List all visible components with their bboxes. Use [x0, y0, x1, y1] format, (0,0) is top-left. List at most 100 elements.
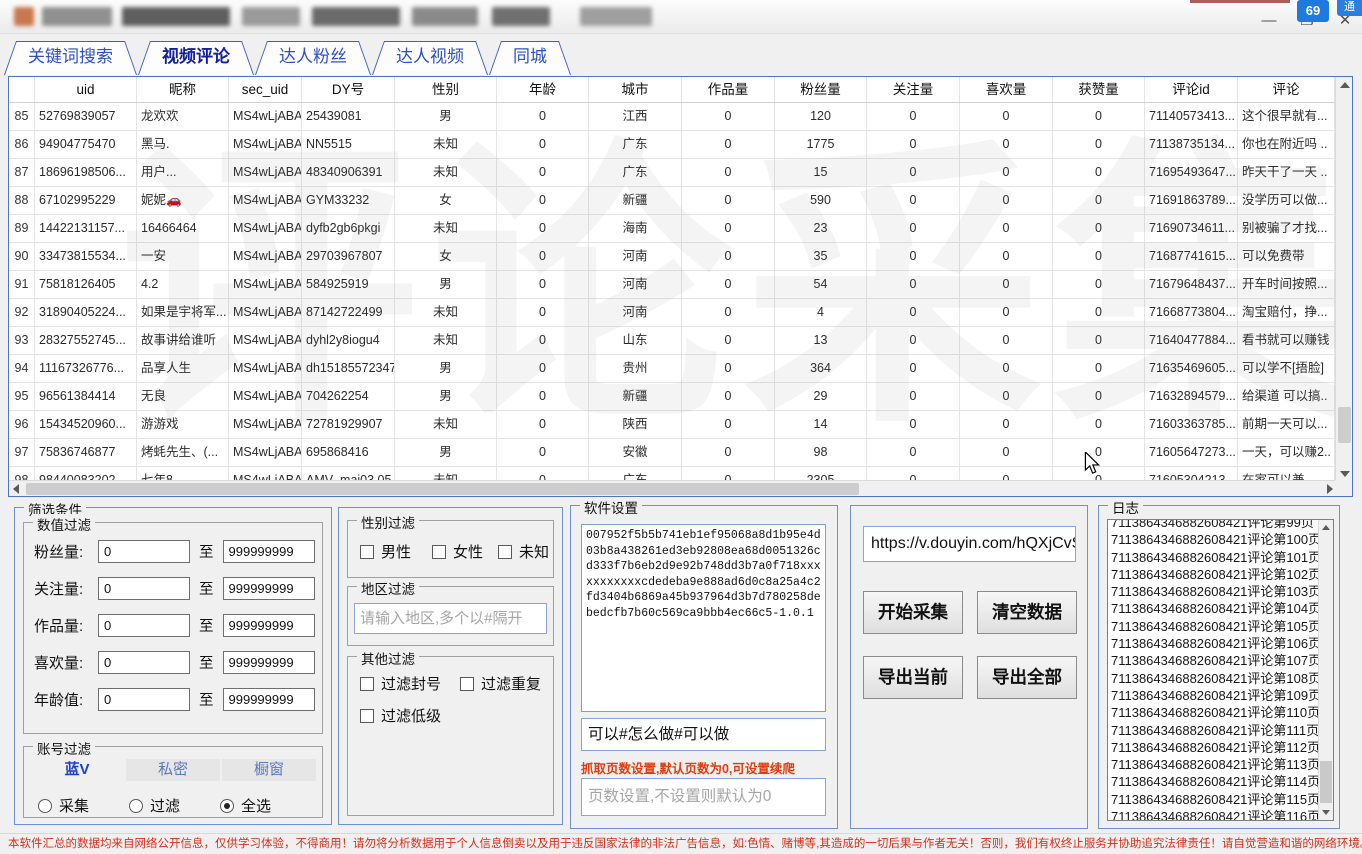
checkbox-lowlevel-icon[interactable] — [360, 709, 374, 723]
vertical-scroll-thumb[interactable] — [1338, 407, 1351, 443]
log-scroll-up-icon[interactable] — [1322, 525, 1330, 530]
minimize-button[interactable]: — — [1258, 12, 1280, 32]
column-header-sec_uid[interactable]: sec_uid — [229, 77, 302, 102]
radio-filter-icon[interactable] — [129, 799, 143, 813]
log-entry[interactable]: 7113864346882608421评论第103页 — [1111, 583, 1333, 600]
checkbox-banned[interactable]: 过滤封号 — [360, 673, 441, 694]
column-header-作品量[interactable]: 作品量 — [682, 77, 775, 102]
log-entry[interactable]: 7113864346882608421评论第105页 — [1111, 618, 1333, 635]
log-entry[interactable]: 7113864346882608421评论第114页 — [1111, 773, 1333, 790]
tab-showcase[interactable]: 橱窗 — [222, 759, 316, 781]
radio-select-all-icon[interactable] — [220, 799, 234, 813]
column-header-uid[interactable]: uid — [35, 77, 137, 102]
min-value-input[interactable]: 0 — [98, 614, 190, 637]
table-row[interactable]: 9231890405224...如果是宇将军...MS4wLjABAA...87… — [9, 299, 1335, 327]
min-value-input[interactable]: 0 — [98, 540, 190, 563]
tab-视频评论[interactable]: 视频评论 — [138, 41, 254, 75]
tab-private[interactable]: 私密 — [126, 759, 220, 781]
region-input[interactable]: 请输入地区,多个以#隔开 — [354, 603, 547, 634]
min-value-input[interactable]: 0 — [98, 577, 190, 600]
max-value-input[interactable]: 999999999 — [223, 577, 315, 600]
radio-filter[interactable]: 过滤 — [129, 795, 180, 816]
column-header-城市[interactable]: 城市 — [589, 77, 682, 102]
token-textarea[interactable]: 007952f5b5b741eb1ef95068a8d1b95e4d03b8a4… — [581, 524, 826, 712]
radio-select-all[interactable]: 全选 — [220, 795, 271, 816]
tab-达人视频[interactable]: 达人视频 — [372, 41, 488, 75]
log-entry[interactable]: 7113864346882608421评论第101页 — [1111, 549, 1333, 566]
log-entry[interactable]: 7113864346882608421评论第112页 — [1111, 739, 1333, 756]
export-all-button[interactable]: 导出全部 — [977, 656, 1077, 699]
log-entry[interactable]: 7113864346882608421评论第100页 — [1111, 531, 1333, 548]
max-value-input[interactable]: 999999999 — [223, 540, 315, 563]
table-row[interactable]: 9775836746877烤蚝先生、(...MS4wLjABAA...69586… — [9, 439, 1335, 467]
url-input[interactable]: https://v.douyin.com/hQXjCvS/ — [863, 526, 1076, 562]
checkbox-lowlevel[interactable]: 过滤低级 — [360, 705, 441, 726]
checkbox-unknown[interactable]: 未知 — [498, 541, 549, 562]
log-entry[interactable]: 7113864346882608421评论第106页 — [1111, 635, 1333, 652]
start-collect-button[interactable]: 开始采集 — [863, 591, 963, 634]
clear-data-button[interactable]: 清空数据 — [977, 591, 1077, 634]
table-row[interactable]: 9033473815534...一安MS4wLjABAA...297039678… — [9, 243, 1335, 271]
min-value-input[interactable]: 0 — [98, 651, 190, 674]
column-header-性别[interactable]: 性别 — [395, 77, 497, 102]
column-header-关注量[interactable]: 关注量 — [867, 77, 960, 102]
checkbox-female-icon[interactable] — [432, 545, 446, 559]
column-header-喜欢量[interactable]: 喜欢量 — [960, 77, 1053, 102]
min-value-input[interactable]: 0 — [98, 688, 190, 711]
scroll-down-icon[interactable] — [1340, 471, 1350, 477]
log-entry[interactable]: 7113864346882608421评论第102页 — [1111, 566, 1333, 583]
tab-达人粉丝[interactable]: 达人粉丝 — [255, 41, 371, 75]
column-header-评论id[interactable]: 评论id — [1145, 77, 1238, 102]
table-row[interactable]: 8552769839057龙欢欢MS4wLjABAA...25439081男0江… — [9, 103, 1335, 131]
max-value-input[interactable]: 999999999 — [223, 614, 315, 637]
table-horizontal-scrollbar[interactable] — [9, 480, 1337, 496]
table-vertical-scrollbar[interactable] — [1335, 77, 1352, 482]
column-header-年龄[interactable]: 年龄 — [497, 77, 589, 102]
horizontal-scroll-thumb[interactable] — [26, 483, 859, 495]
log-scrollbar[interactable] — [1318, 520, 1333, 820]
checkbox-duplicate[interactable]: 过滤重复 — [460, 673, 541, 694]
tab-关键词搜索[interactable]: 关键词搜索 — [4, 41, 137, 75]
log-scroll-thumb[interactable] — [1320, 761, 1332, 803]
scroll-up-icon[interactable] — [1340, 82, 1350, 88]
table-row[interactable]: 8718696198506...用户...MS4wLjABAA...483409… — [9, 159, 1335, 187]
log-entry[interactable]: 7113864346882608421评论第113页 — [1111, 756, 1333, 773]
log-entry[interactable]: 7113864346882608421评论第104页 — [1111, 600, 1333, 617]
log-entry[interactable]: 7113864346882608421评论第116页 — [1111, 808, 1333, 821]
table-row[interactable]: 91758181264054.2MS4wLjABAA...584925919男0… — [9, 271, 1335, 299]
table-row[interactable]: 9615434520960...游游戏MS4wLjABAA...72781929… — [9, 411, 1335, 439]
checkbox-banned-icon[interactable] — [360, 677, 374, 691]
checkbox-male-icon[interactable] — [360, 545, 374, 559]
export-current-button[interactable]: 导出当前 — [863, 656, 963, 699]
table-row[interactable]: 9411167326776...品享人生MS4wLjABAA...dh15185… — [9, 355, 1335, 383]
table-row[interactable]: 8867102995229妮妮🚗MS4wLjABAA...GYM33232女0新… — [9, 187, 1335, 215]
checkbox-female[interactable]: 女性 — [432, 541, 483, 562]
column-header-获赞量[interactable]: 获赞量 — [1053, 77, 1145, 102]
column-header-评论[interactable]: 评论 — [1238, 77, 1335, 102]
column-header-DY号[interactable]: DY号 — [302, 77, 395, 102]
log-entry[interactable]: 7113864346882608421评论第107页 — [1111, 652, 1333, 669]
scroll-left-icon[interactable] — [13, 484, 19, 494]
radio-collect-icon[interactable] — [38, 799, 52, 813]
radio-collect[interactable]: 采集 — [38, 795, 89, 816]
keyword-input[interactable]: 可以#怎么做#可以做 — [581, 718, 826, 751]
checkbox-duplicate-icon[interactable] — [460, 677, 474, 691]
checkbox-male[interactable]: 男性 — [360, 541, 411, 562]
log-listbox[interactable]: 7113864346882608421评论第99页711386434688260… — [1107, 519, 1334, 821]
pages-input[interactable]: 页数设置,不设置则默认为0 — [581, 778, 826, 816]
log-entry[interactable]: 7113864346882608421评论第99页 — [1111, 519, 1333, 531]
notification-badge[interactable]: 69 — [1297, 0, 1329, 22]
table-row[interactable]: 9328327552745...故事讲给谁听MS4wLjABAA...dyhl2… — [9, 327, 1335, 355]
column-header-粉丝量[interactable]: 粉丝量 — [775, 77, 867, 102]
tab-blue-v[interactable]: 蓝V — [30, 759, 124, 781]
log-entry[interactable]: 7113864346882608421评论第110页 — [1111, 704, 1333, 721]
table-row[interactable]: 8694904775470黑马.MS4wLjABAA...NN5515未知0广东… — [9, 131, 1335, 159]
corner-badge[interactable]: 通 — [1337, 0, 1362, 16]
log-entry[interactable]: 7113864346882608421评论第115页 — [1111, 791, 1333, 808]
column-header-昵称[interactable]: 昵称 — [137, 77, 229, 102]
log-entry[interactable]: 7113864346882608421评论第109页 — [1111, 687, 1333, 704]
log-scroll-down-icon[interactable] — [1322, 810, 1330, 815]
max-value-input[interactable]: 999999999 — [223, 651, 315, 674]
scroll-right-icon[interactable] — [1327, 484, 1333, 494]
table-row[interactable]: 9596561384414无良MS4wLjABAA...704262254男0新… — [9, 383, 1335, 411]
